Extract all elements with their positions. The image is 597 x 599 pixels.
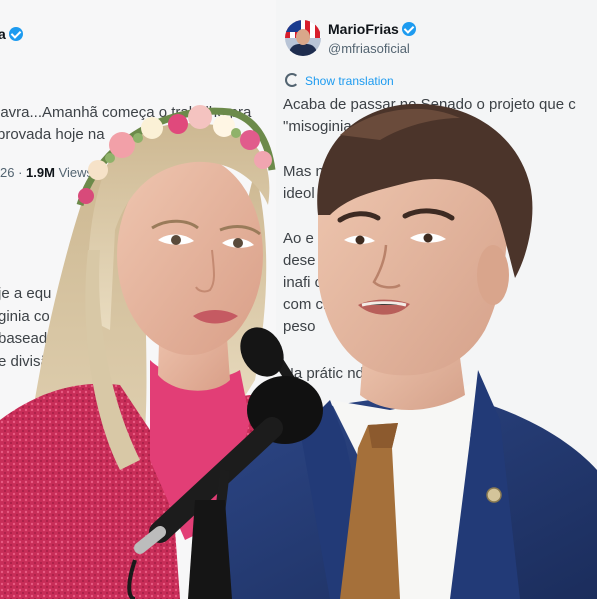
photo-cutouts bbox=[0, 103, 597, 599]
collage: a lavra...Amanhã começa o trabalho pra p… bbox=[0, 0, 597, 599]
